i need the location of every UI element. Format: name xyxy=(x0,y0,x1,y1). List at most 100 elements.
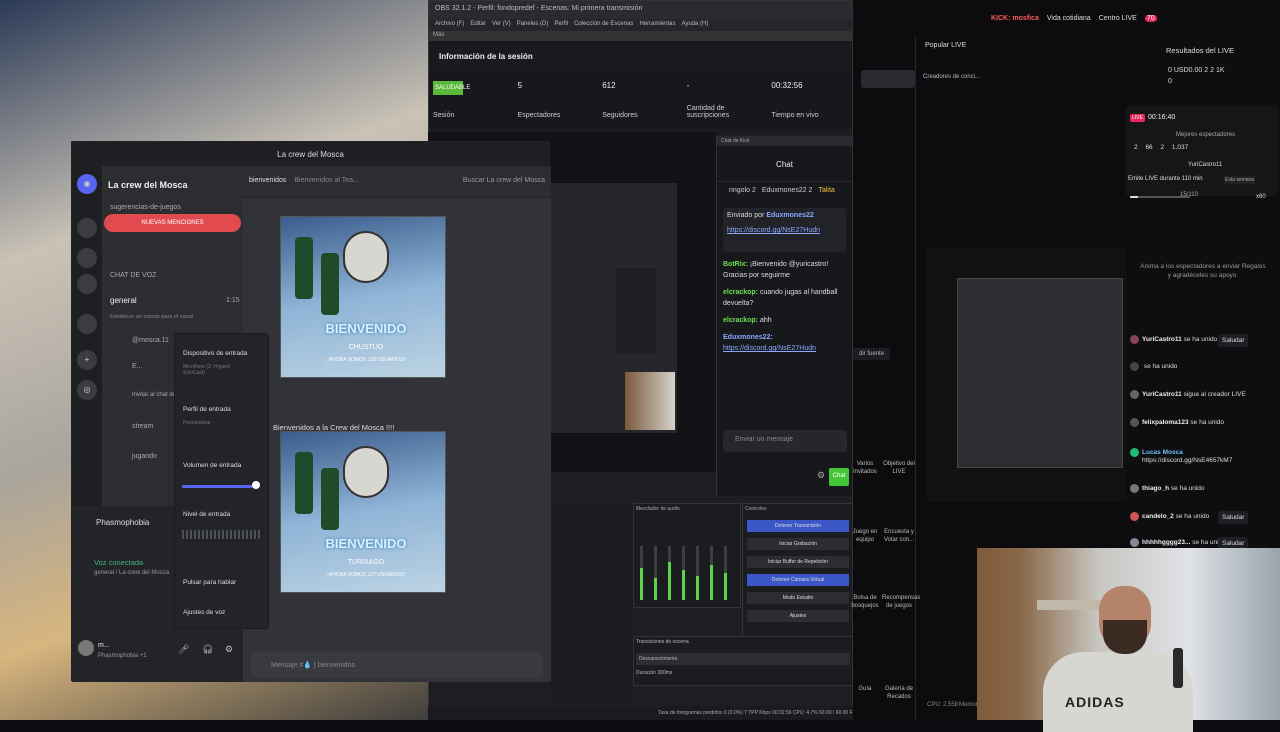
chat-user[interactable]: BotRix: xyxy=(723,261,748,268)
greet-button[interactable]: Saludar xyxy=(1218,334,1249,347)
menu-item[interactable]: Herramientas xyxy=(639,21,675,29)
chat-user[interactable]: elcrackop: xyxy=(723,317,758,324)
event-user[interactable]: Lucas Mosca xyxy=(1142,449,1183,456)
chat-input[interactable]: Enviar un mensaje xyxy=(723,430,847,452)
volume-fader[interactable] xyxy=(696,546,699,600)
menu-item[interactable]: Editar xyxy=(470,21,486,29)
team-game-button[interactable]: Juego en equipo xyxy=(848,528,882,544)
add-server-icon[interactable]: + xyxy=(77,350,97,370)
message-input[interactable]: Mensaje #💧 | bienvenidos xyxy=(251,652,543,678)
channel-suggestions[interactable]: sugerencias-de-juegos xyxy=(110,204,181,211)
gallery-button[interactable]: Galería de Recados xyxy=(882,685,916,701)
voice-member[interactable]: E... xyxy=(132,363,143,370)
tiktok-preview[interactable] xyxy=(927,248,1127,502)
person-body xyxy=(1043,652,1193,732)
input-device-label[interactable]: Dispositivo de entrada xyxy=(183,350,247,357)
category-label[interactable]: Vida cotidiana xyxy=(1047,15,1091,22)
invite-hint[interactable]: Invitar al chat de xyxy=(132,392,176,398)
studio-mode-button[interactable]: Modo Estudio xyxy=(747,592,849,604)
event-user[interactable]: YuriCastro11 xyxy=(1142,391,1182,398)
virtual-camera-button[interactable]: Detener Cámara Virtual xyxy=(747,574,849,586)
push-to-talk-label[interactable]: Pulsar para hablar xyxy=(183,579,236,586)
menu-item[interactable]: Ver (V) xyxy=(492,21,511,29)
poll-button[interactable]: Encuesta y Votar con... xyxy=(882,528,916,544)
volume-fader[interactable] xyxy=(654,546,657,600)
settings-icon[interactable]: ⚙ xyxy=(817,470,825,481)
volume-fader[interactable] xyxy=(682,546,685,600)
event-user[interactable]: felixpaloma123 xyxy=(1142,419,1189,426)
gear-icon[interactable]: ⚙ xyxy=(225,644,233,655)
greet-button[interactable]: Saludar xyxy=(1218,511,1249,524)
headphones-icon[interactable]: 🎧︎ xyxy=(202,644,213,655)
server-icon[interactable] xyxy=(77,248,97,268)
server-icon[interactable] xyxy=(77,274,97,294)
menu-item[interactable]: Colección de Escenas xyxy=(574,21,633,29)
menu-item[interactable]: Ayuda (H) xyxy=(681,21,708,29)
volume-fader[interactable] xyxy=(640,546,643,600)
replay-buffer-button[interactable]: Iniciar Buffer de Repetición xyxy=(747,556,849,568)
event-user[interactable]: candelo_2 xyxy=(1142,513,1174,520)
menu-item[interactable]: Perfil xyxy=(554,21,568,29)
microphone-icon[interactable]: 🎤︎ xyxy=(178,644,189,655)
new-mentions-button[interactable]: NUEVAS MENCIONES xyxy=(104,214,241,232)
start-recording-button[interactable]: Iniciar Grabación xyxy=(747,538,849,550)
settings-button[interactable]: Ajustes xyxy=(747,610,849,622)
stat-label: Espectadores xyxy=(517,112,561,119)
live-goal-button[interactable]: Objetivo del LIVE xyxy=(882,460,916,476)
chat-send-button[interactable]: Chat xyxy=(829,468,849,486)
voice-channel-jugando[interactable]: jugando xyxy=(132,453,157,460)
event-text[interactable]: https://discord.gg/NsE4657kM7 xyxy=(1142,457,1232,464)
explore-icon[interactable]: ◎ xyxy=(77,380,97,400)
event-user[interactable]: thiago_h xyxy=(1142,485,1169,492)
channel-name: bienvenidos xyxy=(249,177,287,184)
event-user[interactable]: hhhhhgggg23... xyxy=(1142,539,1190,546)
server-icon[interactable] xyxy=(77,218,97,238)
pinned-link[interactable]: https://discord.gg/NsE27Hudn xyxy=(727,227,842,234)
volume-fader[interactable] xyxy=(668,546,671,600)
menu-item[interactable]: Paneles (D) xyxy=(517,21,549,29)
menu-item[interactable]: Archivo (F) xyxy=(435,21,464,29)
pinned-by-label: Enviado por xyxy=(727,212,765,219)
server-icon[interactable] xyxy=(77,314,97,334)
duration-input[interactable]: 300ms xyxy=(657,670,672,676)
volume-fader[interactable] xyxy=(710,546,713,600)
source-button[interactable] xyxy=(861,70,915,88)
volume-fader[interactable] xyxy=(724,546,727,600)
transition-select[interactable]: Desvanecimiento xyxy=(636,653,850,665)
sketch-bag-button[interactable]: Bolsa de bosquejos xyxy=(848,594,882,610)
voice-connected-label[interactable]: Voz conectada xyxy=(94,558,143,567)
voice-channel-general[interactable]: general xyxy=(110,296,137,305)
voice-location[interactable]: general / La crew del Mosca xyxy=(94,570,169,576)
chat-link[interactable]: https://discord.gg/NsE27Hudn xyxy=(723,345,816,352)
guide-button[interactable]: Guía xyxy=(848,685,882,693)
best-viewers-label[interactable]: Mejores espectadores xyxy=(1176,132,1235,138)
stop-stream-button[interactable]: Detener Transmisión xyxy=(747,520,849,532)
input-profile-label[interactable]: Perfil de entrada xyxy=(183,406,231,413)
voice-channel-stream[interactable]: stream xyxy=(132,423,153,430)
voice-settings-link[interactable]: Ajustes de voz xyxy=(183,609,225,616)
game-rewards-button[interactable]: Recompensas de juegos xyxy=(882,594,920,610)
week-label[interactable]: Esta semana xyxy=(1224,176,1256,184)
search-input[interactable]: Buscar La crew del Mosca xyxy=(463,177,545,186)
voice-member[interactable]: @mosca.11 xyxy=(132,337,169,344)
event-user[interactable]: YuriCastro11 xyxy=(1142,336,1182,343)
chat-user[interactable]: Eduxmones22: xyxy=(723,334,773,341)
add-source-button[interactable]: dir fuente xyxy=(853,348,891,360)
voice-category[interactable]: CHAT DE VOZ xyxy=(110,272,156,279)
channel-topic[interactable]: Bienvenidos al Tea... xyxy=(294,177,358,186)
notification-badge[interactable]: 70 xyxy=(1144,14,1157,22)
avatar[interactable] xyxy=(78,640,94,656)
creators-label[interactable]: Creadores de conci... xyxy=(923,74,980,80)
activity-name[interactable]: Phasmophobia xyxy=(96,518,149,527)
gift-count: x60 xyxy=(1256,194,1266,200)
discord-home-icon[interactable]: ◉ xyxy=(77,174,97,194)
top-user[interactable]: YuriCastro11 xyxy=(1188,162,1222,168)
input-volume-knob[interactable] xyxy=(252,481,261,489)
centro-live-button[interactable]: Centro LIVE xyxy=(1099,15,1137,22)
guild-name[interactable]: La crew del Mosca xyxy=(108,180,188,190)
multi-guest-button[interactable]: Varios invitados xyxy=(848,460,882,476)
status-hint[interactable]: Establece un estado para el canal xyxy=(110,314,193,320)
popular-live-label[interactable]: Popular LIVE xyxy=(925,42,966,49)
chat-user[interactable]: elcrackop: xyxy=(723,289,758,296)
input-volume-slider[interactable] xyxy=(182,485,257,488)
